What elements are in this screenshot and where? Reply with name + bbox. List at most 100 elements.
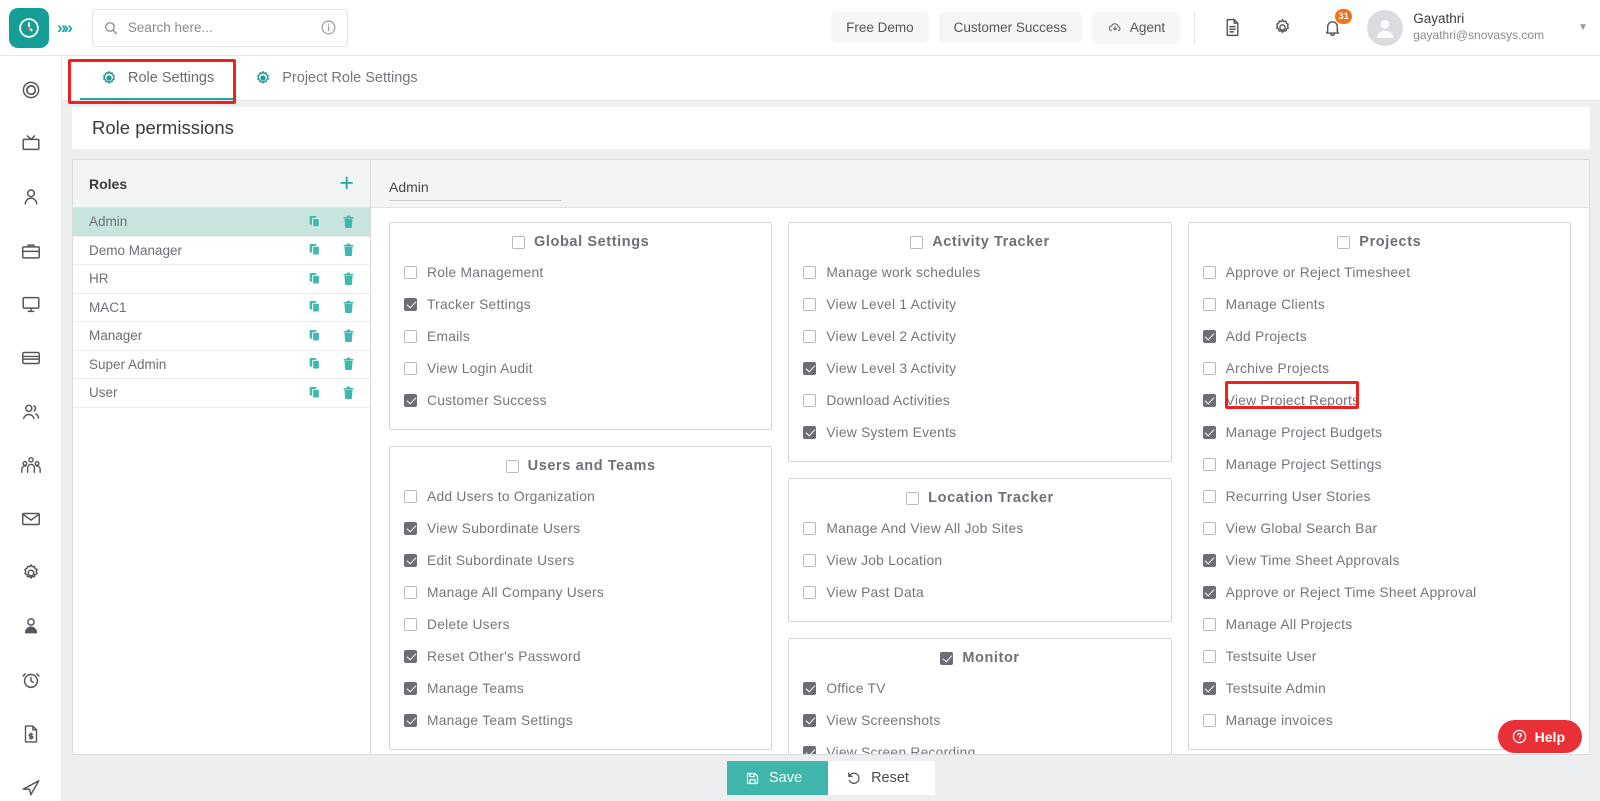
search-bar[interactable]	[92, 9, 348, 47]
permission-item[interactable]: Manage Project Budgets	[1203, 416, 1556, 448]
permission-item[interactable]: View Level 2 Activity	[803, 320, 1156, 352]
permission-checkbox[interactable]	[404, 522, 417, 535]
permission-item[interactable]: Office TV	[803, 672, 1156, 704]
permission-checkbox[interactable]	[1203, 330, 1216, 343]
bell-icon[interactable]: 31	[1315, 11, 1349, 45]
permission-group-checkbox[interactable]	[910, 236, 923, 249]
delete-role-button[interactable]	[341, 214, 356, 230]
document-icon[interactable]	[1215, 11, 1249, 45]
customer-success-button[interactable]: Customer Success	[939, 12, 1082, 43]
permission-item[interactable]: Approve or Reject Timesheet	[1203, 256, 1556, 288]
permission-checkbox[interactable]	[803, 266, 816, 279]
rail-item-timesheet[interactable]	[17, 666, 45, 694]
reset-button[interactable]: Reset	[828, 761, 935, 795]
copy-role-button[interactable]	[307, 328, 323, 344]
permission-item[interactable]: View Login Audit	[404, 352, 757, 384]
role-list-item[interactable]: Manager	[73, 322, 370, 351]
copy-role-button[interactable]	[307, 385, 323, 401]
permission-checkbox[interactable]	[1203, 266, 1216, 279]
permission-item[interactable]: View Job Location	[803, 544, 1156, 576]
permission-item[interactable]: Add Users to Organization	[404, 480, 757, 512]
permission-item[interactable]: Manage work schedules	[803, 256, 1156, 288]
role-list-item[interactable]: User	[73, 379, 370, 408]
delete-role-button[interactable]	[341, 385, 356, 401]
permission-item[interactable]: Customer Success	[404, 384, 757, 416]
permission-item[interactable]: View Time Sheet Approvals	[1203, 544, 1556, 576]
permission-checkbox[interactable]	[1203, 362, 1216, 375]
gear-icon[interactable]	[1265, 11, 1299, 45]
permission-checkbox[interactable]	[404, 586, 417, 599]
permission-checkbox[interactable]	[404, 298, 417, 311]
permission-item[interactable]: Manage Teams	[404, 672, 757, 704]
rail-item-mail[interactable]	[17, 505, 45, 533]
permission-checkbox[interactable]	[1203, 458, 1216, 471]
rail-item-user[interactable]	[17, 183, 45, 211]
permission-checkbox[interactable]	[404, 490, 417, 503]
permission-item[interactable]: Recurring User Stories	[1203, 480, 1556, 512]
rail-item-invoices[interactable]	[17, 720, 45, 748]
delete-role-button[interactable]	[341, 271, 356, 287]
permission-group-checkbox[interactable]	[506, 460, 519, 473]
permission-checkbox[interactable]	[803, 522, 816, 535]
rail-item-teams[interactable]	[17, 398, 45, 426]
permission-item[interactable]: Testsuite User	[1203, 640, 1556, 672]
permission-checkbox[interactable]	[404, 714, 417, 727]
permission-item[interactable]: View Project Reports	[1203, 384, 1556, 416]
permission-group-checkbox[interactable]	[512, 236, 525, 249]
rail-item-tracker[interactable]	[17, 76, 45, 104]
tab-project-role-settings[interactable]: Project Role Settings	[234, 56, 437, 100]
permission-checkbox[interactable]	[803, 362, 816, 375]
copy-role-button[interactable]	[307, 214, 323, 230]
permission-item[interactable]: View Past Data	[803, 576, 1156, 608]
permission-item[interactable]: Delete Users	[404, 608, 757, 640]
permission-checkbox[interactable]	[803, 586, 816, 599]
rail-item-settings[interactable]	[17, 559, 45, 587]
role-list-item[interactable]: HR	[73, 265, 370, 294]
free-demo-button[interactable]: Free Demo	[831, 12, 929, 43]
role-list-item[interactable]: Demo Manager	[73, 237, 370, 266]
rail-item-send[interactable]	[17, 773, 45, 801]
permission-checkbox[interactable]	[1203, 522, 1216, 535]
permission-item[interactable]: View Level 1 Activity	[803, 288, 1156, 320]
permission-checkbox[interactable]	[404, 554, 417, 567]
permission-checkbox[interactable]	[803, 298, 816, 311]
permission-checkbox[interactable]	[404, 394, 417, 407]
permission-item[interactable]: View Subordinate Users	[404, 512, 757, 544]
permission-item[interactable]: Manage All Projects	[1203, 608, 1556, 640]
permission-item[interactable]: Approve or Reject Time Sheet Approval	[1203, 576, 1556, 608]
permission-item[interactable]: Emails	[404, 320, 757, 352]
permission-checkbox[interactable]	[803, 554, 816, 567]
role-list-item[interactable]: Admin	[73, 208, 370, 237]
permission-item[interactable]: Add Projects	[1203, 320, 1556, 352]
rail-item-projects[interactable]	[17, 237, 45, 265]
permission-checkbox[interactable]	[1203, 554, 1216, 567]
delete-role-button[interactable]	[341, 242, 356, 258]
permission-group-checkbox[interactable]	[1337, 236, 1350, 249]
permission-item[interactable]: Edit Subordinate Users	[404, 544, 757, 576]
search-input[interactable]	[128, 20, 311, 35]
chevron-double-right-icon[interactable]: »»	[57, 18, 70, 38]
permission-checkbox[interactable]	[1203, 586, 1216, 599]
agent-button[interactable]: Agent	[1092, 12, 1180, 44]
help-button[interactable]: Help	[1498, 720, 1582, 753]
permission-item[interactable]: View Screenshots	[803, 704, 1156, 736]
delete-role-button[interactable]	[341, 299, 356, 315]
rail-item-monitor[interactable]	[17, 291, 45, 319]
permission-checkbox[interactable]	[404, 682, 417, 695]
permission-checkbox[interactable]	[404, 266, 417, 279]
rail-item-office-tv[interactable]	[17, 130, 45, 158]
copy-role-button[interactable]	[307, 356, 323, 372]
copy-role-button[interactable]	[307, 271, 323, 287]
permission-group-checkbox[interactable]	[940, 652, 953, 665]
permission-checkbox[interactable]	[1203, 298, 1216, 311]
permission-item[interactable]: Testsuite Admin	[1203, 672, 1556, 704]
delete-role-button[interactable]	[341, 328, 356, 344]
permission-item[interactable]: View Level 3 Activity	[803, 352, 1156, 384]
permission-checkbox[interactable]	[404, 650, 417, 663]
permission-item[interactable]: Archive Projects	[1203, 352, 1556, 384]
permission-group-checkbox[interactable]	[906, 492, 919, 505]
rail-item-billing[interactable]	[17, 344, 45, 372]
save-button[interactable]: Save	[727, 761, 828, 795]
permission-item[interactable]: View System Events	[803, 416, 1156, 448]
role-name-input[interactable]	[389, 179, 561, 201]
